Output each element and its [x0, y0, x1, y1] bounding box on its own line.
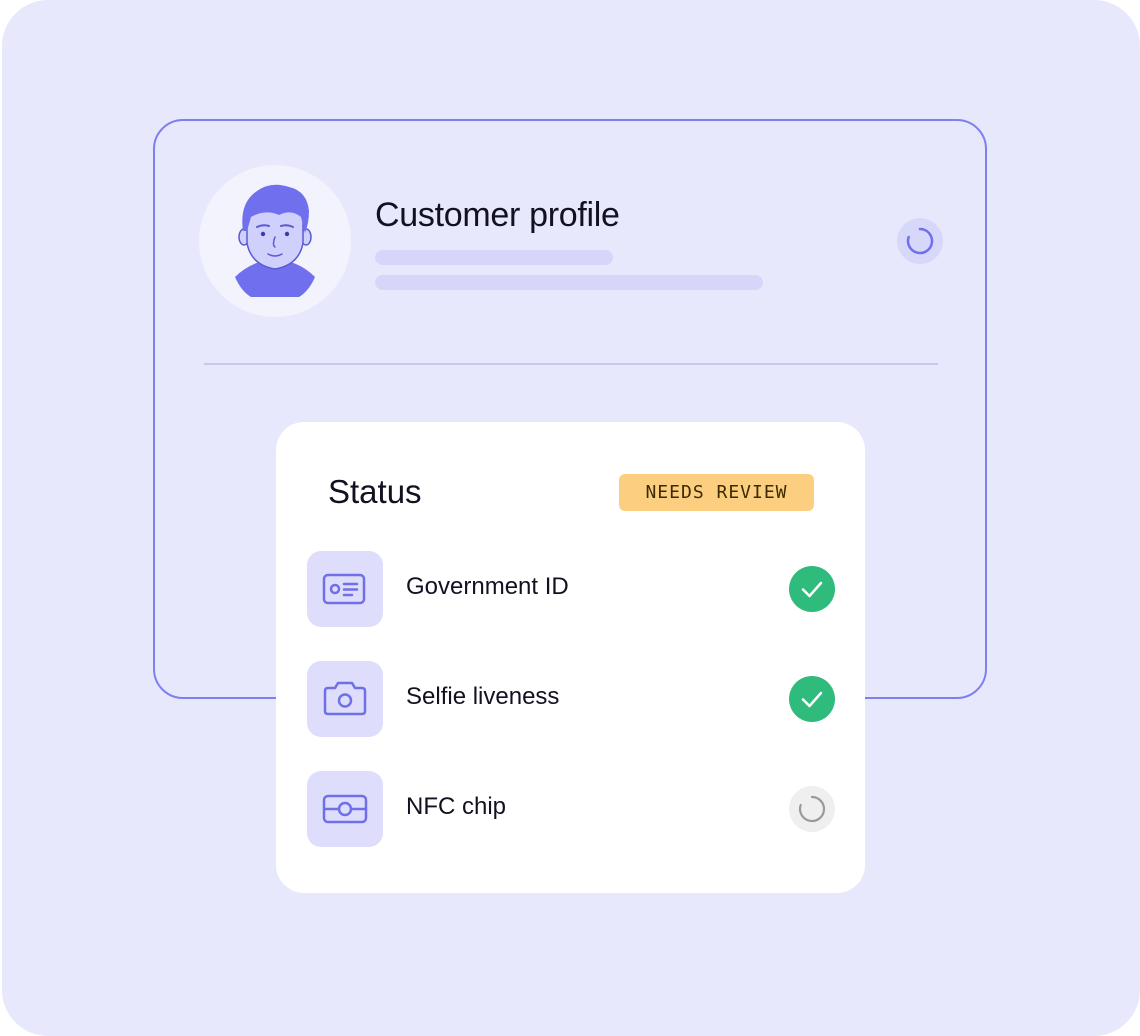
- skeleton-line: [375, 250, 613, 265]
- checkmark-icon: [801, 691, 823, 708]
- checkmark-icon: [801, 581, 823, 598]
- person-avatar-icon: [235, 184, 315, 297]
- avatar: [199, 165, 351, 317]
- check-row-nfc-chip[interactable]: NFC chip: [307, 771, 835, 847]
- check-label: Selfie liveness: [406, 683, 560, 710]
- page-title: Customer profile: [375, 196, 620, 234]
- check-label: Government ID: [406, 573, 569, 600]
- status-complete: [789, 566, 835, 612]
- divider: [204, 363, 938, 365]
- status-complete: [789, 676, 835, 722]
- row-icon-tile: [307, 771, 383, 847]
- loading-spinner-icon: [798, 795, 826, 823]
- status-pending: [789, 786, 835, 832]
- status-badge: NEEDS REVIEW: [619, 474, 814, 511]
- loading-spinner-icon: [906, 227, 934, 255]
- camera-icon: [323, 681, 367, 716]
- chip-card-icon: [322, 794, 368, 824]
- check-label: NFC chip: [406, 793, 507, 820]
- loading-indicator: [897, 218, 943, 264]
- skeleton-line: [375, 275, 763, 290]
- id-card-icon: [322, 573, 366, 605]
- row-icon-tile: [307, 551, 383, 627]
- check-row-selfie-liveness[interactable]: Selfie liveness: [307, 661, 835, 737]
- status-title: Status: [328, 473, 422, 510]
- row-icon-tile: [307, 661, 383, 737]
- check-row-government-id[interactable]: Government ID: [307, 551, 835, 627]
